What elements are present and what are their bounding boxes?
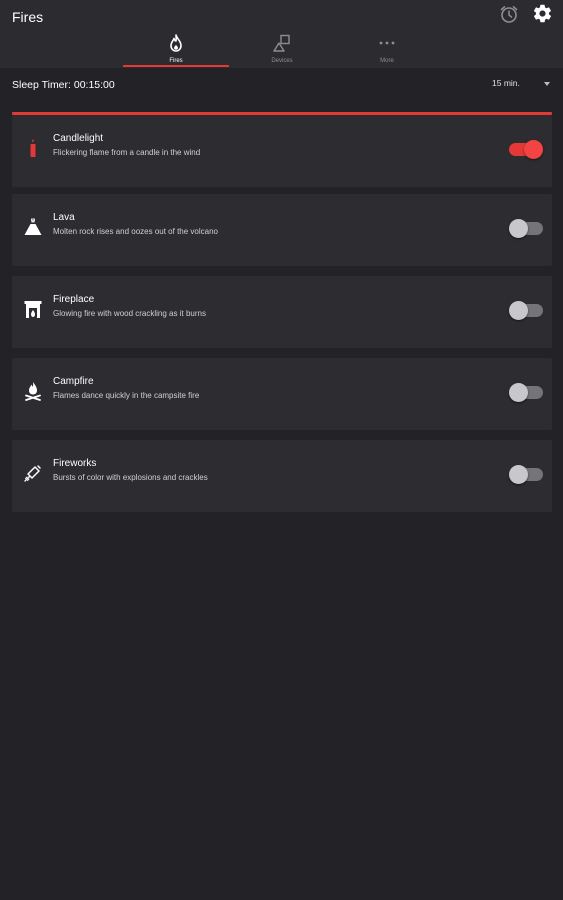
- sleep-timer-label: Sleep Timer: 00:15:00: [12, 79, 115, 91]
- gear-icon: [532, 3, 553, 29]
- sound-description: Flickering flame from a candle in the wi…: [53, 148, 201, 157]
- tab-more[interactable]: More: [334, 28, 440, 68]
- flame-icon: [169, 34, 183, 52]
- sleep-timer-dropdown[interactable]: 15 min.: [488, 77, 556, 93]
- candle-icon: [22, 137, 44, 159]
- more-dots-icon: [378, 34, 396, 52]
- sound-title: Fireplace: [53, 294, 95, 305]
- tab-fires[interactable]: Fires: [123, 28, 229, 68]
- sound-card-candlelight[interactable]: Candlelight Flickering flame from a cand…: [12, 115, 552, 187]
- sound-toggle[interactable]: [509, 140, 543, 159]
- sound-description: Flames dance quickly in the campsite fir…: [53, 391, 200, 400]
- sound-card-fireplace[interactable]: Fireplace Glowing fire with wood crackli…: [12, 276, 552, 348]
- sound-title: Candlelight: [53, 133, 104, 144]
- app-bar: Fires Fires Devices More: [0, 0, 563, 68]
- alarm-clock-icon: [499, 4, 519, 29]
- caret-down-icon: [544, 82, 550, 86]
- sound-toggle[interactable]: [509, 383, 543, 402]
- toggle-thumb: [509, 219, 528, 238]
- sound-toggle[interactable]: [509, 301, 543, 320]
- sound-description: Glowing fire with wood crackling as it b…: [53, 309, 206, 318]
- tab-label: Fires: [169, 58, 183, 64]
- tab-devices[interactable]: Devices: [229, 28, 335, 68]
- sound-toggle[interactable]: [509, 465, 543, 484]
- sleep-timer-value: 15 min.: [492, 78, 520, 88]
- campfire-icon: [22, 380, 44, 402]
- settings-button[interactable]: [531, 3, 553, 29]
- tab-label: More: [380, 58, 394, 64]
- sound-title: Campfire: [53, 376, 94, 387]
- sound-title: Lava: [53, 212, 75, 223]
- devices-icon: [272, 34, 292, 52]
- toggle-thumb: [509, 383, 528, 402]
- app-title: Fires: [12, 9, 44, 25]
- sound-description: Bursts of color with explosions and crac…: [53, 473, 208, 482]
- sound-title: Fireworks: [53, 458, 97, 469]
- fireplace-icon: [22, 298, 44, 320]
- sound-card-campfire[interactable]: Campfire Flames dance quickly in the cam…: [12, 358, 552, 430]
- firework-rocket-icon: [22, 462, 44, 484]
- sound-description: Molten rock rises and oozes out of the v…: [53, 227, 218, 236]
- sound-toggle[interactable]: [509, 219, 543, 238]
- toggle-thumb: [509, 301, 528, 320]
- toggle-thumb: [524, 140, 543, 159]
- tab-label: Devices: [271, 58, 293, 64]
- volcano-icon: [22, 216, 44, 238]
- active-tab-indicator: [123, 65, 229, 67]
- sound-card-fireworks[interactable]: Fireworks Bursts of color with explosion…: [12, 440, 552, 512]
- alarm-button[interactable]: [498, 5, 520, 27]
- toggle-thumb: [509, 465, 528, 484]
- sound-card-lava[interactable]: Lava Molten rock rises and oozes out of …: [12, 194, 552, 266]
- tab-bar: Fires Devices More: [0, 28, 563, 68]
- sleep-timer-row: Sleep Timer: 00:15:00 15 min.: [0, 68, 563, 102]
